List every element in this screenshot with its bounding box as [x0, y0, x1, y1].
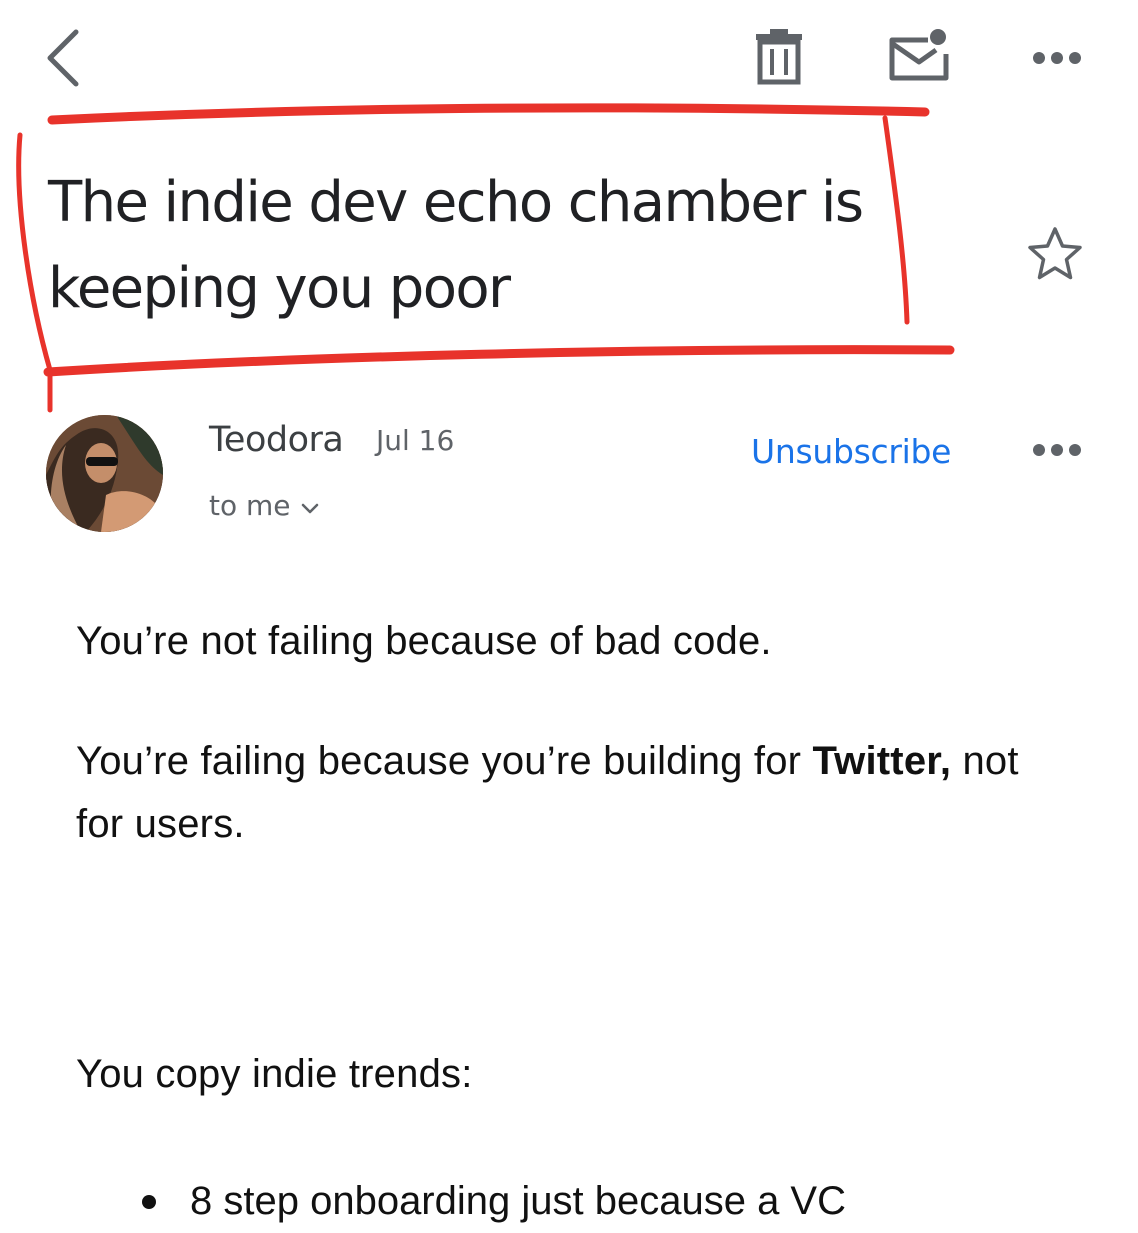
- more-options-button[interactable]: [1026, 40, 1088, 76]
- recipient-label: to me: [209, 489, 291, 522]
- back-button[interactable]: [38, 22, 92, 94]
- star-outline-icon: [1028, 227, 1082, 280]
- body-paragraph: You’re failing because you’re building f…: [76, 730, 1076, 856]
- toolbar: [0, 0, 1138, 110]
- more-horizontal-icon: [1033, 52, 1081, 64]
- unsubscribe-link[interactable]: Unsubscribe: [751, 430, 951, 474]
- list-item-text: 8 step onboarding just because a VC: [190, 1179, 846, 1223]
- star-button[interactable]: [1024, 224, 1086, 286]
- list-item: 8 step onboarding just because a VC: [76, 1170, 1076, 1233]
- more-horizontal-icon: [1033, 444, 1081, 456]
- body-bullet-list: 8 step onboarding just because a VC: [76, 1170, 1076, 1233]
- message-more-button[interactable]: [1026, 432, 1088, 468]
- body-paragraph: You copy indie trends:: [76, 1052, 473, 1096]
- avatar-photo: [46, 415, 163, 532]
- trash-icon: [756, 29, 802, 85]
- body-text: You’re failing because you’re building f…: [76, 739, 813, 783]
- mail-unread-icon: [889, 29, 949, 81]
- sender-name[interactable]: Teodora: [209, 418, 344, 462]
- sender-date: Jul 16: [376, 424, 455, 457]
- mark-unread-button[interactable]: [884, 24, 954, 86]
- chevron-left-icon: [47, 29, 79, 87]
- delete-button[interactable]: [748, 26, 810, 88]
- chevron-down-icon: [301, 489, 319, 525]
- bullet-dot: [142, 1195, 156, 1209]
- body-bold-text: Twitter,: [812, 739, 952, 783]
- sender-avatar[interactable]: [46, 415, 163, 532]
- recipient-details-toggle[interactable]: to me: [209, 488, 319, 525]
- body-paragraph: You’re not failing because of bad code.: [76, 619, 772, 663]
- email-subject: The indie dev echo chamber is keeping yo…: [48, 170, 864, 321]
